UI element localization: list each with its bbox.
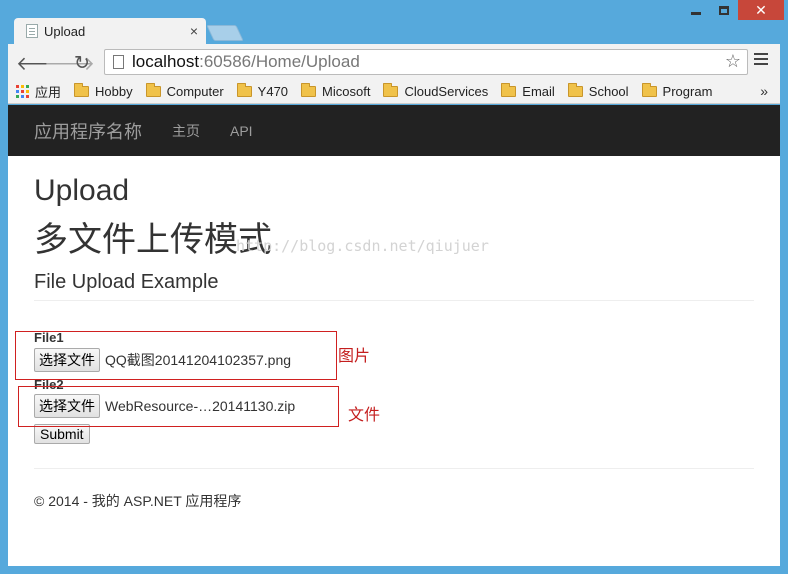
annotation-box-1 bbox=[15, 331, 337, 380]
tab-close-icon[interactable]: × bbox=[190, 23, 198, 39]
folder-icon bbox=[501, 83, 517, 97]
bookmark-star-icon[interactable]: ☆ bbox=[725, 51, 741, 72]
maximize-button[interactable] bbox=[710, 0, 738, 20]
bookmark-micosoft[interactable]: Micosoft bbox=[301, 83, 371, 99]
folder-icon bbox=[383, 83, 399, 97]
close-icon: ✕ bbox=[755, 1, 767, 18]
bookmark-hobby[interactable]: Hobby bbox=[74, 83, 133, 99]
folder-icon bbox=[641, 83, 657, 97]
bookmark-apps[interactable]: 应用 bbox=[8, 82, 61, 101]
page-title: Upload bbox=[34, 174, 130, 207]
bookmark-label: Email bbox=[522, 84, 555, 99]
annotation-box-2 bbox=[18, 386, 339, 427]
reload-icon[interactable]: ↻ bbox=[74, 52, 90, 75]
bookmark-label: Hobby bbox=[95, 84, 133, 99]
bookmark-y470[interactable]: Y470 bbox=[236, 83, 289, 99]
more-bookmarks-icon[interactable]: » bbox=[760, 83, 768, 99]
bookmark-label: Micosoft bbox=[322, 84, 371, 99]
bookmark-label: Computer bbox=[166, 84, 224, 99]
footer-divider bbox=[34, 468, 754, 469]
main-content: Upload 多文件上传模式 File Upload Example bbox=[34, 156, 754, 301]
folder-icon bbox=[236, 83, 252, 97]
nav-link-home[interactable]: 主页 bbox=[172, 121, 200, 141]
bookmark-label: CloudServices bbox=[404, 84, 489, 99]
folder-icon bbox=[301, 83, 317, 97]
bookmark-label: Y470 bbox=[257, 84, 289, 99]
tab-title: Upload bbox=[44, 23, 86, 39]
browser-toolbar: 🡐 🡒 ↻ localhost :60586/Home/Upload ☆ bbox=[8, 44, 780, 80]
url-host: localhost bbox=[132, 52, 200, 71]
browser-tab[interactable]: Upload × bbox=[14, 18, 206, 44]
bookmark-school[interactable]: School bbox=[567, 83, 629, 99]
minimize-icon bbox=[691, 11, 701, 15]
page-favicon-icon bbox=[26, 24, 38, 38]
watermark: http://blog.csdn.net/qiujuer bbox=[236, 237, 489, 255]
bookmark-cloudservices[interactable]: CloudServices bbox=[383, 83, 489, 99]
window-controls: ✕ bbox=[682, 0, 784, 20]
annotation-label-2: 文件 bbox=[348, 407, 381, 424]
url-path: :60586/Home/Upload bbox=[199, 52, 360, 71]
bookmark-computer[interactable]: Computer bbox=[145, 83, 224, 99]
footer-text: © 2014 - 我的 ASP.NET 应用程序 bbox=[34, 493, 242, 509]
folder-icon bbox=[567, 83, 583, 97]
annotation-label-1: 图片 bbox=[338, 348, 371, 365]
submit-button[interactable]: Submit bbox=[34, 424, 90, 444]
bookmark-program[interactable]: Program bbox=[641, 83, 713, 99]
bookmark-label: Program bbox=[662, 84, 713, 99]
site-navbar: 应用程序名称 主页 API bbox=[8, 105, 780, 156]
nav-link-api[interactable]: API bbox=[230, 123, 253, 139]
chrome-menu-icon[interactable] bbox=[754, 53, 768, 65]
close-window-button[interactable]: ✕ bbox=[738, 0, 784, 20]
bookmark-email[interactable]: Email bbox=[501, 83, 555, 99]
page-viewport: 应用程序名称 主页 API Upload 多文件上传模式 File Upload… bbox=[8, 105, 780, 566]
folder-icon bbox=[74, 83, 90, 97]
site-brand-link[interactable]: 应用程序名称 bbox=[34, 118, 142, 144]
minimize-button[interactable] bbox=[682, 0, 710, 20]
address-bar[interactable]: localhost :60586/Home/Upload ☆ bbox=[104, 49, 748, 75]
page-icon bbox=[113, 55, 124, 69]
browser-window: ✕ Upload × 🡐 🡒 ↻ localhost :60586/Home/U… bbox=[0, 0, 788, 574]
folder-icon bbox=[145, 83, 161, 97]
section-heading: File Upload Example bbox=[34, 271, 754, 301]
bookmark-label: 应用 bbox=[35, 85, 62, 100]
new-tab-button[interactable] bbox=[206, 25, 244, 41]
apps-icon bbox=[16, 85, 29, 98]
bookmark-label: School bbox=[588, 84, 629, 99]
maximize-icon bbox=[719, 5, 729, 15]
bookmarks-bar: 应用 Hobby Computer Y470 Micosoft CloudSer… bbox=[8, 80, 780, 104]
